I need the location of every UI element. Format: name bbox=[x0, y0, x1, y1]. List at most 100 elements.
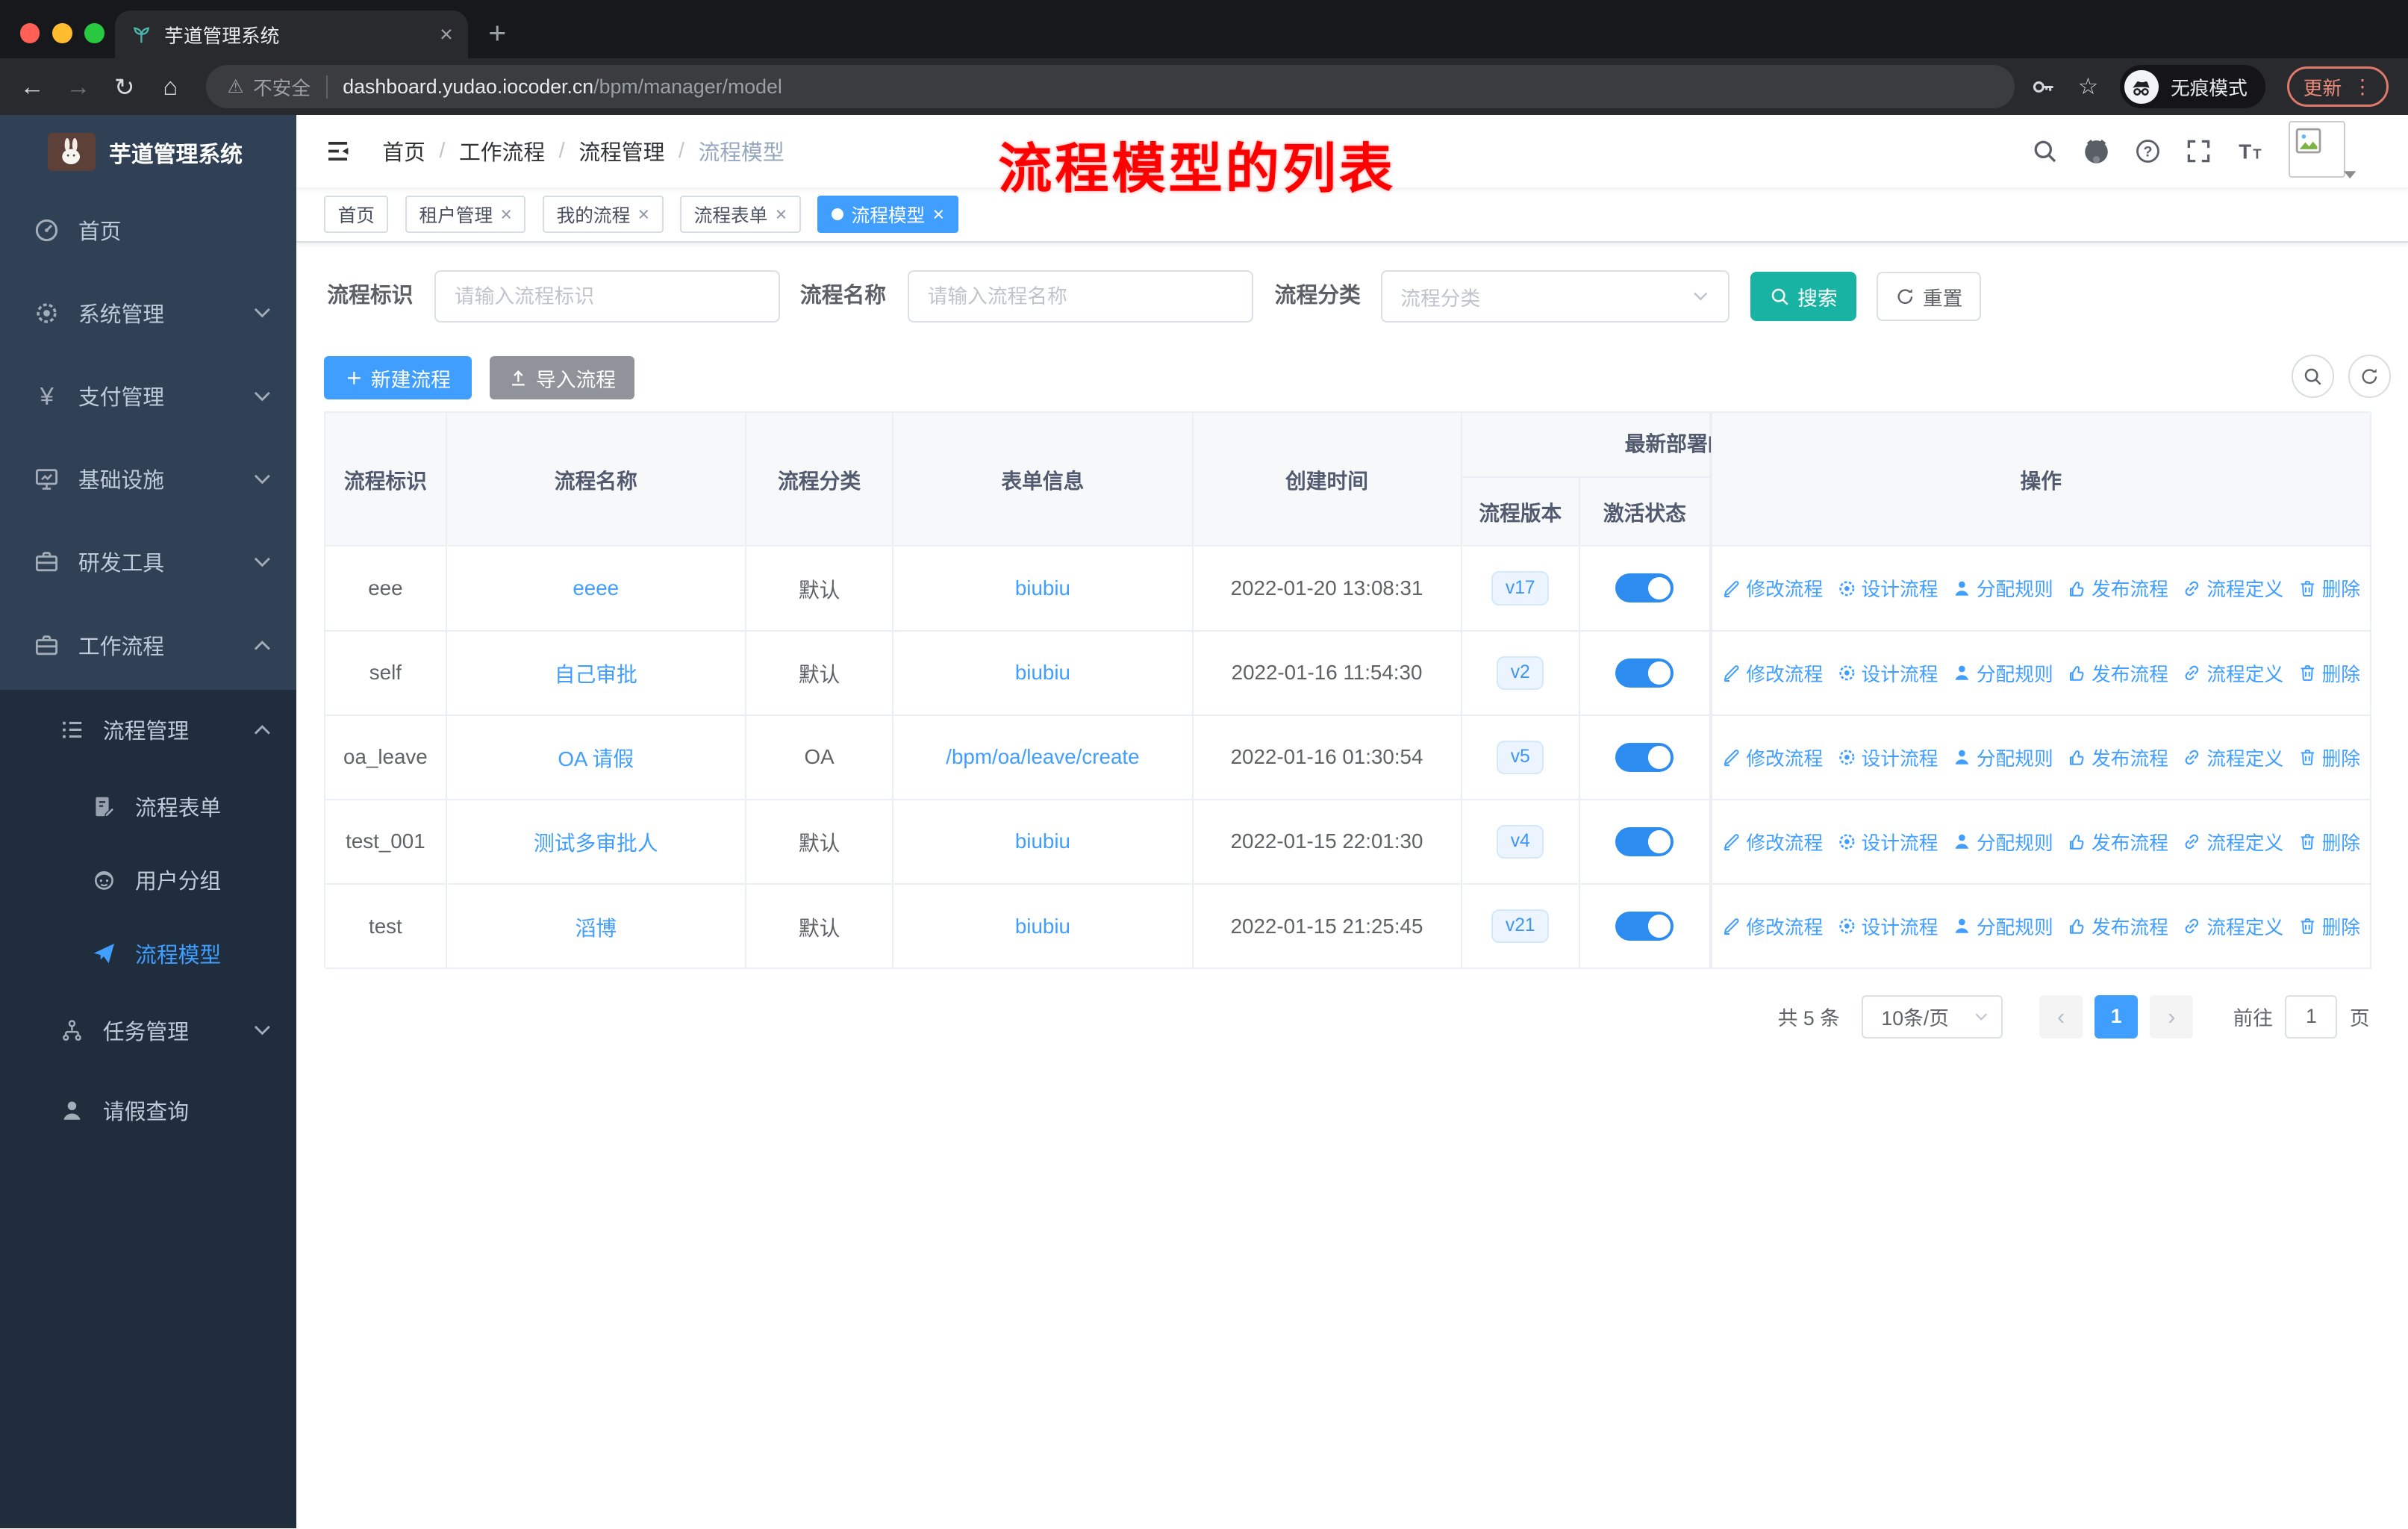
action-trash-link[interactable]: 删除 bbox=[2298, 912, 2360, 940]
close-window-button[interactable] bbox=[19, 22, 40, 43]
sidebar-fold-icon[interactable] bbox=[324, 137, 352, 165]
cell-process-name-link-text[interactable]: OA 请假 bbox=[558, 742, 634, 772]
sidebar-item-pay[interactable]: ¥ 支付管理 bbox=[0, 355, 296, 437]
action-design-gear-link[interactable]: 设计流程 bbox=[1837, 574, 1938, 602]
tag-close-icon[interactable]: × bbox=[933, 203, 945, 226]
bookmark-star-icon[interactable]: ☆ bbox=[2078, 73, 2099, 100]
sidebar-item-home[interactable]: 首页 bbox=[0, 189, 296, 272]
action-design-gear-link[interactable]: 设计流程 bbox=[1837, 744, 1938, 771]
tag-close-icon[interactable]: × bbox=[500, 203, 512, 226]
page-size-select[interactable]: 10条/页 bbox=[1861, 995, 2003, 1038]
cell-form-link-text[interactable]: biubiu bbox=[1015, 915, 1070, 938]
action-assign-user-link[interactable]: 分配规则 bbox=[1952, 574, 2053, 602]
cell-form-link[interactable]: /bpm/oa/leave/create bbox=[893, 715, 1194, 800]
active-toggle[interactable] bbox=[1615, 573, 1674, 603]
cell-form-link-text[interactable]: /bpm/oa/leave/create bbox=[946, 745, 1139, 769]
address-bar[interactable]: ⚠ 不安全 dashboard.yudao.iocoder.cn /bpm/ma… bbox=[205, 65, 2015, 109]
cell-process-name-link[interactable]: OA 请假 bbox=[446, 715, 746, 800]
cell-process-name-link[interactable]: 测试多审批人 bbox=[446, 800, 746, 885]
refresh-table-button[interactable] bbox=[2348, 355, 2392, 398]
new-tab-button[interactable]: + bbox=[488, 12, 506, 55]
action-definition-link-link[interactable]: 流程定义 bbox=[2182, 659, 2283, 687]
breadcrumb-item[interactable]: 首页 bbox=[382, 136, 425, 166]
cell-form-link-text[interactable]: biubiu bbox=[1015, 829, 1070, 853]
browser-tab[interactable]: 芋道管理系统 × bbox=[115, 10, 469, 59]
goto-page-input[interactable] bbox=[2285, 995, 2338, 1038]
fullscreen-icon[interactable] bbox=[2186, 138, 2212, 164]
tag-tenant[interactable]: 租户管理 × bbox=[405, 196, 526, 233]
action-publish-hand-link[interactable]: 发布流程 bbox=[2067, 744, 2168, 771]
active-toggle[interactable] bbox=[1615, 658, 1674, 688]
sidebar-item-workflow[interactable]: 工作流程 bbox=[0, 604, 296, 687]
action-assign-user-link[interactable]: 分配规则 bbox=[1952, 659, 2053, 687]
active-toggle[interactable] bbox=[1615, 826, 1674, 856]
filter-category-select[interactable]: 流程分类 bbox=[1380, 270, 1729, 323]
active-toggle[interactable] bbox=[1615, 912, 1674, 941]
cell-form-link-text[interactable]: biubiu bbox=[1015, 576, 1070, 600]
action-trash-link[interactable]: 删除 bbox=[2298, 659, 2360, 687]
update-chip[interactable]: 更新 ⋮ bbox=[2287, 66, 2389, 107]
filter-name-input[interactable] bbox=[907, 270, 1253, 323]
tag-process-model[interactable]: 流程模型 × bbox=[817, 196, 958, 233]
home-icon[interactable]: ⌂ bbox=[148, 72, 194, 101]
cell-process-name-link-text[interactable]: eeee bbox=[573, 576, 619, 600]
filter-key-input[interactable] bbox=[434, 270, 781, 323]
browser-menu-icon[interactable]: ⋮ bbox=[2353, 75, 2373, 99]
help-icon[interactable] bbox=[2135, 138, 2161, 164]
action-pencil-link[interactable]: 修改流程 bbox=[1721, 912, 1823, 940]
action-pencil-link[interactable]: 修改流程 bbox=[1721, 659, 1823, 687]
search-icon[interactable] bbox=[2032, 138, 2058, 164]
active-toggle[interactable] bbox=[1615, 742, 1674, 772]
cell-form-link[interactable]: biubiu bbox=[893, 884, 1194, 970]
cell-form-link[interactable]: biubiu bbox=[893, 800, 1194, 885]
search-button[interactable]: 搜索 bbox=[1750, 272, 1857, 321]
github-icon[interactable] bbox=[2083, 137, 2110, 165]
sidebar-item-task-manage[interactable]: 任务管理 bbox=[0, 991, 296, 1071]
sidebar-logo[interactable]: 芋道管理系统 bbox=[0, 115, 296, 189]
cell-process-name-link[interactable]: eeee bbox=[446, 546, 746, 632]
cell-process-name-link-text[interactable]: 滔博 bbox=[575, 912, 617, 941]
maximize-window-button[interactable] bbox=[84, 22, 105, 43]
action-trash-link[interactable]: 删除 bbox=[2298, 744, 2360, 771]
cell-process-name-link-text[interactable]: 自己审批 bbox=[555, 658, 637, 688]
cell-process-name-link[interactable]: 自己审批 bbox=[446, 631, 746, 716]
cell-form-link-text[interactable]: biubiu bbox=[1015, 661, 1070, 685]
action-trash-link[interactable]: 删除 bbox=[2298, 574, 2360, 602]
key-icon[interactable] bbox=[2030, 74, 2056, 100]
update-label[interactable]: 更新 bbox=[2303, 73, 2342, 101]
font-size-icon[interactable] bbox=[2236, 137, 2264, 165]
back-icon[interactable]: ← bbox=[9, 72, 55, 101]
tag-my-process[interactable]: 我的流程 × bbox=[543, 196, 664, 233]
forward-icon[interactable]: → bbox=[55, 72, 102, 101]
create-process-button[interactable]: 新建流程 bbox=[324, 356, 472, 399]
action-definition-link-link[interactable]: 流程定义 bbox=[2182, 744, 2283, 771]
reload-icon[interactable]: ↻ bbox=[102, 72, 148, 102]
action-definition-link-link[interactable]: 流程定义 bbox=[2182, 912, 2283, 940]
minimize-window-button[interactable] bbox=[52, 22, 72, 43]
action-pencil-link[interactable]: 修改流程 bbox=[1721, 744, 1823, 771]
tag-home[interactable]: 首页 bbox=[324, 196, 389, 233]
action-definition-link-link[interactable]: 流程定义 bbox=[2182, 574, 2283, 602]
action-publish-hand-link[interactable]: 发布流程 bbox=[2067, 828, 2168, 856]
toggle-search-button[interactable] bbox=[2291, 355, 2335, 398]
tag-process-form[interactable]: 流程表单 × bbox=[680, 196, 801, 233]
action-design-gear-link[interactable]: 设计流程 bbox=[1837, 912, 1938, 940]
action-definition-link-link[interactable]: 流程定义 bbox=[2182, 828, 2283, 856]
tag-close-icon[interactable]: × bbox=[776, 203, 787, 226]
next-page-button[interactable]: › bbox=[2150, 995, 2194, 1038]
action-design-gear-link[interactable]: 设计流程 bbox=[1837, 659, 1938, 687]
prev-page-button[interactable]: ‹ bbox=[2039, 995, 2083, 1038]
cell-form-link[interactable]: biubiu bbox=[893, 546, 1194, 632]
action-pencil-link[interactable]: 修改流程 bbox=[1721, 574, 1823, 602]
page-number-active[interactable]: 1 bbox=[2094, 995, 2138, 1038]
action-publish-hand-link[interactable]: 发布流程 bbox=[2067, 659, 2168, 687]
reset-button[interactable]: 重置 bbox=[1877, 272, 1982, 321]
security-label[interactable]: 不安全 bbox=[253, 73, 311, 101]
sidebar-item-infra[interactable]: 基础设施 bbox=[0, 437, 296, 520]
sidebar-item-process-form[interactable]: 流程表单 bbox=[0, 770, 296, 844]
cell-process-name-link-text[interactable]: 测试多审批人 bbox=[534, 826, 658, 856]
action-publish-hand-link[interactable]: 发布流程 bbox=[2067, 912, 2168, 940]
user-avatar[interactable] bbox=[2288, 120, 2356, 182]
cell-form-link[interactable]: biubiu bbox=[893, 631, 1194, 716]
action-design-gear-link[interactable]: 设计流程 bbox=[1837, 828, 1938, 856]
